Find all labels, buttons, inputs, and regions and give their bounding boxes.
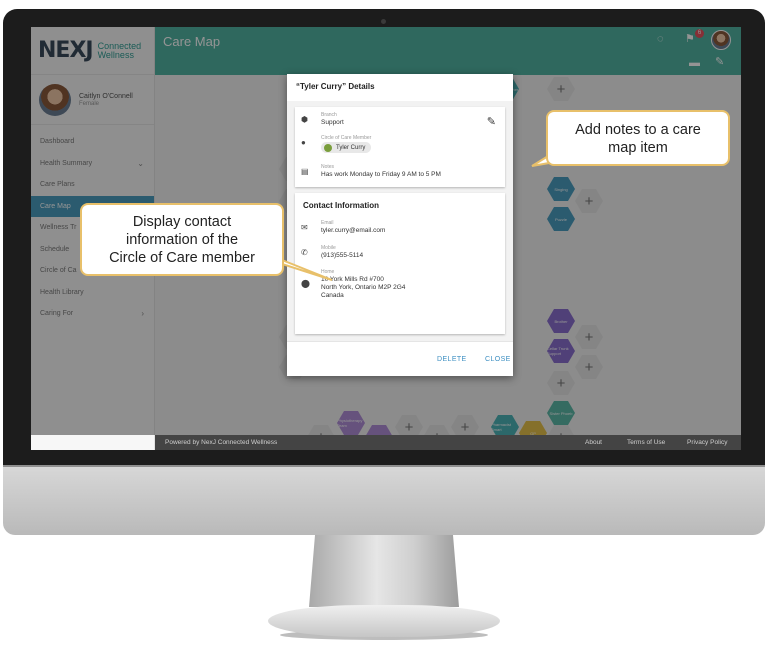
- callout-pointers: [271, 148, 568, 281]
- monitor-mockup: NEXJ Connected Wellness Caitlyn O'Connel…: [0, 0, 768, 647]
- notes-callout: Add notes to a care map item: [546, 110, 730, 166]
- contact-callout: Display contact information of the Circl…: [80, 203, 284, 276]
